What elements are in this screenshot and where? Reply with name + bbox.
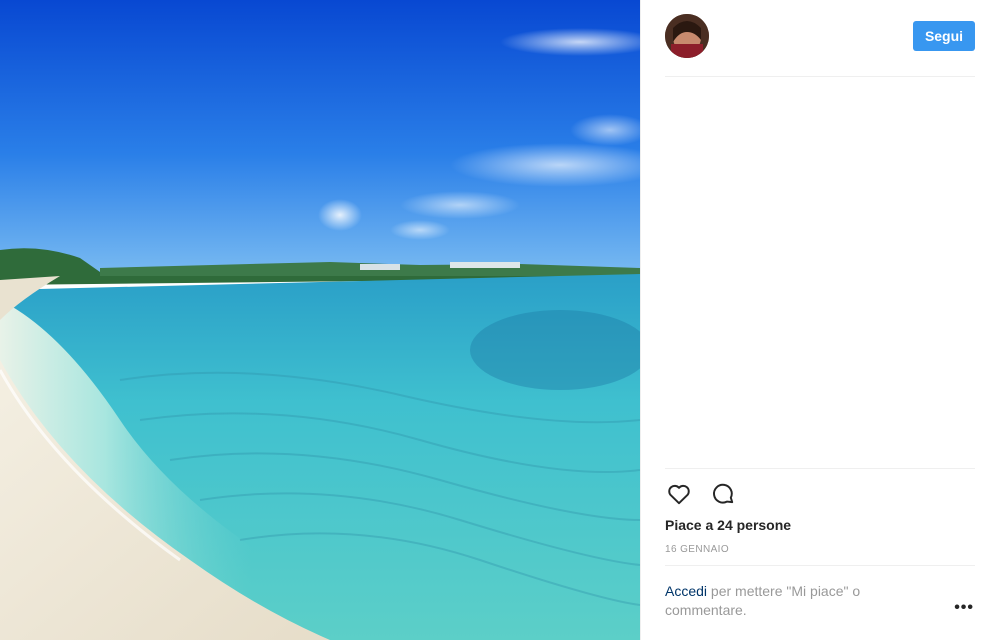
divider (665, 468, 975, 469)
likes-count[interactable]: Piace a 24 persone (665, 517, 791, 533)
avatar[interactable] (665, 14, 709, 58)
comment-icon[interactable] (709, 480, 737, 508)
more-options-icon[interactable]: ••• (954, 600, 974, 616)
follow-button[interactable]: Segui (913, 21, 975, 51)
post-viewer: Segui Piace a 24 persone 16 GENNAIO Acce… (0, 0, 1000, 640)
post-side-panel: Segui Piace a 24 persone 16 GENNAIO Acce… (640, 0, 1000, 640)
login-link[interactable]: Accedi (665, 583, 707, 599)
action-bar (665, 480, 737, 508)
comments-area (665, 77, 975, 467)
divider (665, 565, 975, 566)
post-date[interactable]: 16 GENNAIO (665, 544, 729, 555)
login-prompt: Accedi per mettere "Mi piace" o commenta… (665, 582, 925, 620)
beach-photo-image (0, 0, 640, 640)
heart-icon[interactable] (665, 480, 693, 508)
post-photo[interactable] (0, 0, 640, 640)
post-header: Segui (665, 14, 975, 58)
